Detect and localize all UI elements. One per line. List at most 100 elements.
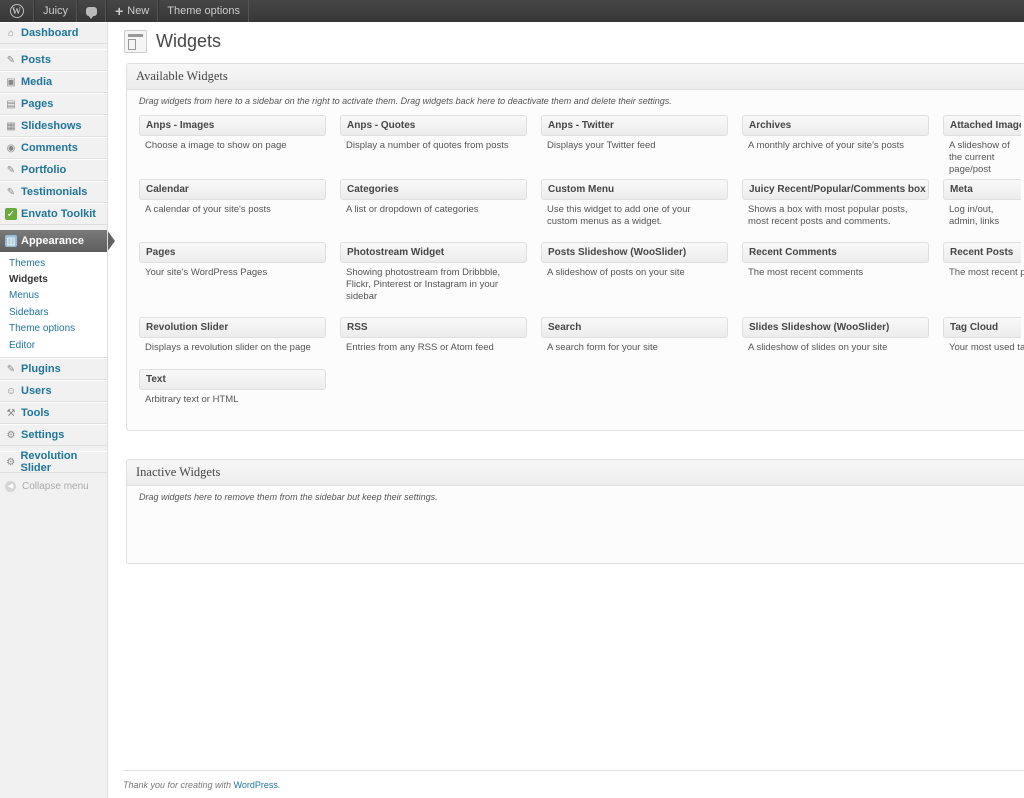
widget-text[interactable]: Text Arbitrary text or HTML	[139, 369, 326, 406]
widget-anps-twitter[interactable]: Anps - Twitter Displays your Twitter fee…	[541, 115, 728, 152]
widget-description: Displays a revolution slider on the page	[145, 342, 311, 353]
widget-rss[interactable]: RSS Entries from any RSS or Atom feed	[340, 317, 527, 354]
comment-bubble-icon	[86, 6, 98, 19]
widget-title[interactable]: Tag Cloud	[943, 317, 1021, 338]
menu-item-envato-toolkit[interactable]: ✓ Envato Toolkit	[0, 203, 107, 225]
widget-calendar[interactable]: Calendar A calendar of your site's posts	[139, 179, 326, 216]
widget-title[interactable]: Juicy Recent/Popular/Comments box	[742, 179, 929, 200]
widget-pages[interactable]: Pages Your site's WordPress Pages	[139, 242, 326, 279]
footer-text: Thank you for creating with	[123, 780, 232, 790]
collapse-label: Collapse menu	[22, 480, 89, 492]
widget-title[interactable]: Recent Posts	[943, 242, 1021, 263]
available-widgets-heading[interactable]: Available Widgets	[127, 64, 1024, 90]
widget-title[interactable]: RSS	[340, 317, 527, 338]
widget-juicy-recent-popular[interactable]: Juicy Recent/Popular/Comments box Shows …	[742, 179, 929, 228]
inactive-widgets-panel[interactable]: Inactive Widgets Drag widgets here to re…	[126, 459, 1024, 564]
submenu-item-themes[interactable]: Themes	[0, 255, 107, 271]
menu-item-media[interactable]: ▣ Media	[0, 71, 107, 93]
comments-button[interactable]	[77, 0, 107, 22]
new-label: New	[127, 5, 150, 17]
widget-title[interactable]: Anps - Images	[139, 115, 326, 136]
widget-description: A list or dropdown of categories	[346, 204, 479, 215]
submenu-item-sidebars[interactable]: Sidebars	[0, 304, 107, 320]
collapse-menu-button[interactable]: ◀ Collapse menu	[0, 473, 107, 499]
menu-label: Pages	[21, 98, 54, 110]
menu-label: Media	[21, 76, 53, 88]
menu-item-appearance[interactable]: ▥ Appearance	[0, 230, 115, 252]
submenu-item-menus[interactable]: Menus	[0, 288, 107, 304]
widget-search[interactable]: Search A search form for your site	[541, 317, 728, 354]
widget-title[interactable]: Calendar	[139, 179, 326, 200]
widget-title[interactable]: Anps - Quotes	[340, 115, 527, 136]
widget-posts-slideshow[interactable]: Posts Slideshow (WooSlider) A slideshow …	[541, 242, 728, 279]
settings-icon: ⚙	[6, 429, 16, 441]
widget-title[interactable]: Archives	[742, 115, 929, 136]
menu-item-pages[interactable]: ▤ Pages	[0, 93, 107, 115]
menu-item-testimonials[interactable]: ✎ Testimonials	[0, 181, 107, 203]
widget-description: Arbitrary text or HTML	[145, 394, 239, 405]
widget-recent-posts[interactable]: Recent Posts The most recent p	[943, 242, 1024, 279]
submenu-item-editor[interactable]: Editor	[0, 337, 107, 353]
widget-photostream[interactable]: Photostream Widget Showing photostream f…	[340, 242, 527, 303]
pushpin-icon: ✎	[6, 164, 16, 176]
widget-custom-menu[interactable]: Custom Menu Use this widget to add one o…	[541, 179, 728, 228]
menu-item-posts[interactable]: ✎ Posts	[0, 49, 107, 71]
menu-item-tools[interactable]: ⚒ Tools	[0, 402, 107, 425]
menu-item-plugins[interactable]: ✎ Plugins	[0, 358, 107, 381]
admin-bar: W Juicy + New Theme options	[0, 0, 1024, 22]
menu-item-portfolio[interactable]: ✎ Portfolio	[0, 159, 107, 181]
widget-title[interactable]: Meta	[943, 179, 1021, 200]
widget-title[interactable]: Recent Comments	[742, 242, 929, 263]
widgets-page-icon	[124, 30, 147, 53]
widget-title[interactable]: Photostream Widget	[340, 242, 527, 263]
widget-description: Your most used ta	[949, 342, 1024, 353]
widget-description: A slideshow of the current page/post	[949, 140, 1010, 175]
menu-label: Portfolio	[21, 164, 67, 176]
theme-options-link[interactable]: Theme options	[158, 0, 250, 22]
dashboard-icon: ⌂	[7, 27, 15, 39]
widget-title[interactable]: Text	[139, 369, 326, 390]
widget-description: A slideshow of slides on your site	[748, 342, 888, 353]
site-name-link[interactable]: Juicy	[34, 0, 78, 22]
widget-categories[interactable]: Categories A list or dropdown of categor…	[340, 179, 527, 216]
submenu-item-theme-options[interactable]: Theme options	[0, 321, 107, 337]
menu-item-users[interactable]: ☺ Users	[0, 380, 107, 403]
slideshows-icon: ▦	[6, 120, 16, 132]
widget-title[interactable]: Attached Images	[943, 115, 1021, 136]
menu-item-dashboard[interactable]: ⌂ Dashboard	[0, 22, 107, 44]
widget-attached-images[interactable]: Attached Images A slideshow of the curre…	[943, 115, 1021, 176]
submenu-item-widgets[interactable]: Widgets	[0, 271, 107, 287]
menu-label: Slideshows	[21, 120, 82, 132]
widget-archives[interactable]: Archives A monthly archive of your site'…	[742, 115, 929, 152]
widget-title[interactable]: Categories	[340, 179, 527, 200]
menu-item-comments[interactable]: ◉ Comments	[0, 137, 107, 159]
widget-revolution-slider[interactable]: Revolution Slider Displays a revolution …	[139, 317, 326, 354]
appearance-submenu: Themes Widgets Menus Sidebars Theme opti…	[0, 252, 107, 359]
widget-anps-images[interactable]: Anps - Images Choose a image to show on …	[139, 115, 326, 152]
menu-item-settings[interactable]: ⚙ Settings	[0, 424, 107, 447]
widget-tag-cloud[interactable]: Tag Cloud Your most used ta	[943, 317, 1024, 354]
widget-title[interactable]: Anps - Twitter	[541, 115, 728, 136]
widget-description: Display a number of quotes from posts	[346, 140, 509, 151]
appearance-icon: ▥	[5, 235, 17, 247]
widget-anps-quotes[interactable]: Anps - Quotes Display a number of quotes…	[340, 115, 527, 152]
widget-title[interactable]: Pages	[139, 242, 326, 263]
wordpress-logo-button[interactable]: W	[0, 0, 34, 22]
inactive-widgets-heading[interactable]: Inactive Widgets	[127, 460, 1024, 486]
widget-meta[interactable]: Meta Log in/out, admin, links	[943, 179, 1021, 228]
menu-item-revolution-slider[interactable]: ⚙ Revolution Slider	[0, 450, 107, 474]
widget-title[interactable]: Search	[541, 317, 728, 338]
widget-description: Displays your Twitter feed	[547, 140, 656, 151]
new-content-button[interactable]: + New	[106, 0, 159, 22]
widget-slides-slideshow[interactable]: Slides Slideshow (WooSlider) A slideshow…	[742, 317, 929, 354]
widget-description: Choose a image to show on page	[145, 140, 287, 151]
widget-title[interactable]: Custom Menu	[541, 179, 728, 200]
widget-recent-comments[interactable]: Recent Comments The most recent comments	[742, 242, 929, 279]
widget-title[interactable]: Revolution Slider	[139, 317, 326, 338]
widget-description: Showing photostream from Dribbble, Flick…	[346, 267, 501, 302]
widget-description: Use this widget to add one of your custo…	[547, 204, 691, 227]
widget-title[interactable]: Slides Slideshow (WooSlider)	[742, 317, 929, 338]
widget-title[interactable]: Posts Slideshow (WooSlider)	[541, 242, 728, 263]
wordpress-link[interactable]: WordPress	[234, 780, 278, 790]
menu-item-slideshows[interactable]: ▦ Slideshows	[0, 115, 107, 137]
